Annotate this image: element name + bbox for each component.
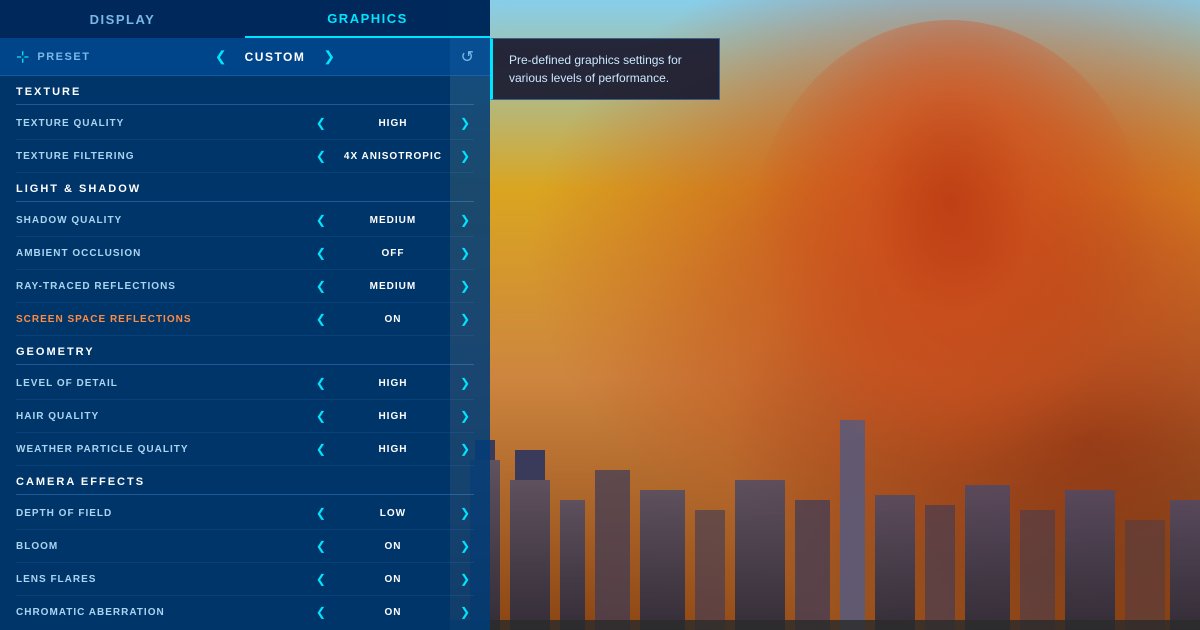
- setting-name: HAIR QUALITY: [16, 411, 312, 422]
- setting-name: TEXTURE FILTERING: [16, 151, 312, 162]
- tooltip-text: Pre-defined graphics settings for variou…: [509, 53, 682, 85]
- section-content: TEXTURETEXTURE QUALITY❮HIGH❯TEXTURE FILT…: [0, 76, 490, 622]
- setting-prev-button[interactable]: ❮: [312, 310, 330, 328]
- setting-name: WEATHER PARTICLE QUALITY: [16, 444, 312, 455]
- setting-value: HIGH: [338, 444, 448, 455]
- setting-control: ❮ LOW ❯: [312, 504, 474, 522]
- preset-row: ⊹ PRESET ❮ CUSTOM ❯ ↺: [0, 38, 490, 76]
- setting-value: HIGH: [338, 118, 448, 129]
- setting-value: ON: [338, 574, 448, 585]
- setting-value: ON: [338, 541, 448, 552]
- setting-name: SHADOW QUALITY: [16, 215, 312, 226]
- table-row: BLOOM❮ ON ❯: [16, 530, 474, 563]
- setting-prev-button[interactable]: ❮: [312, 537, 330, 555]
- setting-name: LENS FLARES: [16, 574, 312, 585]
- preset-label: PRESET: [37, 51, 97, 63]
- setting-prev-button[interactable]: ❮: [312, 440, 330, 458]
- preset-tooltip: Pre-defined graphics settings for variou…: [490, 38, 720, 100]
- setting-value: ON: [338, 314, 448, 325]
- setting-value: ON: [338, 607, 448, 618]
- setting-name: DEPTH OF FIELD: [16, 508, 312, 519]
- setting-next-button[interactable]: ❯: [456, 147, 474, 165]
- reset-button[interactable]: ↺: [461, 47, 474, 67]
- tab-graphics[interactable]: GRAPHICS: [245, 0, 490, 38]
- preset-icon: ⊹: [16, 47, 29, 67]
- setting-next-button[interactable]: ❯: [456, 407, 474, 425]
- table-row: SHADOW QUALITY❮ MEDIUM ❯: [16, 204, 474, 237]
- table-row: HAIR QUALITY❮ HIGH ❯: [16, 400, 474, 433]
- setting-prev-button[interactable]: ❮: [312, 374, 330, 392]
- setting-next-button[interactable]: ❯: [456, 440, 474, 458]
- tab-bar: DISPLAY GRAPHICS: [0, 0, 490, 38]
- setting-next-button[interactable]: ❯: [456, 504, 474, 522]
- settings-panel: DISPLAY GRAPHICS ⊹ PRESET ❮ CUSTOM ❯ ↺ T…: [0, 0, 490, 630]
- table-row: TEXTURE FILTERING❮ 4X ANISOTROPIC ❯: [16, 140, 474, 173]
- setting-control: ❮ ON ❯: [312, 310, 474, 328]
- setting-prev-button[interactable]: ❮: [312, 504, 330, 522]
- setting-value: 4X ANISOTROPIC: [338, 151, 448, 162]
- setting-prev-button[interactable]: ❮: [312, 603, 330, 621]
- setting-control: ❮ ON ❯: [312, 570, 474, 588]
- table-row: DEPTH OF FIELD❮ LOW ❯: [16, 497, 474, 530]
- setting-prev-button[interactable]: ❮: [312, 407, 330, 425]
- preset-value-container: ❮ CUSTOM ❯: [105, 46, 444, 67]
- table-row: CHROMATIC ABERRATION❮ ON ❯: [16, 596, 474, 622]
- setting-value: LOW: [338, 508, 448, 519]
- setting-value: HIGH: [338, 411, 448, 422]
- setting-name: BLOOM: [16, 541, 312, 552]
- setting-control: ❮ HIGH ❯: [312, 374, 474, 392]
- setting-control: ❮ OFF ❯: [312, 244, 474, 262]
- setting-next-button[interactable]: ❯: [456, 114, 474, 132]
- setting-control: ❮ HIGH ❯: [312, 440, 474, 458]
- setting-control: ❮ MEDIUM ❯: [312, 277, 474, 295]
- setting-next-button[interactable]: ❯: [456, 537, 474, 555]
- setting-value: MEDIUM: [338, 215, 448, 226]
- setting-control: ❮ HIGH ❯: [312, 407, 474, 425]
- setting-control: ❮ MEDIUM ❯: [312, 211, 474, 229]
- table-row: LEVEL OF DETAIL❮ HIGH ❯: [16, 367, 474, 400]
- setting-next-button[interactable]: ❯: [456, 211, 474, 229]
- section-header-camera-effects: CAMERA EFFECTS: [16, 466, 474, 495]
- setting-next-button[interactable]: ❯: [456, 570, 474, 588]
- table-row: LENS FLARES❮ ON ❯: [16, 563, 474, 596]
- setting-next-button[interactable]: ❯: [456, 310, 474, 328]
- preset-prev-button[interactable]: ❮: [209, 46, 233, 67]
- setting-prev-button[interactable]: ❮: [312, 244, 330, 262]
- setting-value: HIGH: [338, 378, 448, 389]
- setting-next-button[interactable]: ❯: [456, 277, 474, 295]
- section-header-light-shadow: LIGHT & SHADOW: [16, 173, 474, 202]
- setting-next-button[interactable]: ❯: [456, 244, 474, 262]
- setting-control: ❮ 4X ANISOTROPIC ❯: [312, 147, 474, 165]
- setting-value: OFF: [338, 248, 448, 259]
- setting-name: RAY-TRACED REFLECTIONS: [16, 281, 312, 292]
- tab-display[interactable]: DISPLAY: [0, 0, 245, 38]
- setting-control: ❮ ON ❯: [312, 603, 474, 621]
- setting-name: SCREEN SPACE REFLECTIONS: [16, 314, 312, 325]
- table-row: TEXTURE QUALITY❮ HIGH ❯: [16, 107, 474, 140]
- table-row: WEATHER PARTICLE QUALITY❮ HIGH ❯: [16, 433, 474, 466]
- setting-prev-button[interactable]: ❮: [312, 114, 330, 132]
- section-header-texture: TEXTURE: [16, 76, 474, 105]
- setting-prev-button[interactable]: ❮: [312, 570, 330, 588]
- table-row: RAY-TRACED REFLECTIONS❮ MEDIUM ❯: [16, 270, 474, 303]
- setting-name: CHROMATIC ABERRATION: [16, 607, 312, 618]
- table-row: SCREEN SPACE REFLECTIONS❮ ON ❯: [16, 303, 474, 336]
- setting-value: MEDIUM: [338, 281, 448, 292]
- setting-prev-button[interactable]: ❮: [312, 277, 330, 295]
- setting-name: TEXTURE QUALITY: [16, 118, 312, 129]
- setting-control: ❮ ON ❯: [312, 537, 474, 555]
- setting-next-button[interactable]: ❯: [456, 603, 474, 621]
- section-header-geometry: GEOMETRY: [16, 336, 474, 365]
- setting-control: ❮ HIGH ❯: [312, 114, 474, 132]
- setting-prev-button[interactable]: ❮: [312, 211, 330, 229]
- setting-name: LEVEL OF DETAIL: [16, 378, 312, 389]
- table-row: AMBIENT OCCLUSION❮ OFF ❯: [16, 237, 474, 270]
- setting-next-button[interactable]: ❯: [456, 374, 474, 392]
- preset-value: CUSTOM: [245, 50, 306, 64]
- setting-prev-button[interactable]: ❮: [312, 147, 330, 165]
- setting-name: AMBIENT OCCLUSION: [16, 248, 312, 259]
- preset-next-button[interactable]: ❯: [317, 46, 341, 67]
